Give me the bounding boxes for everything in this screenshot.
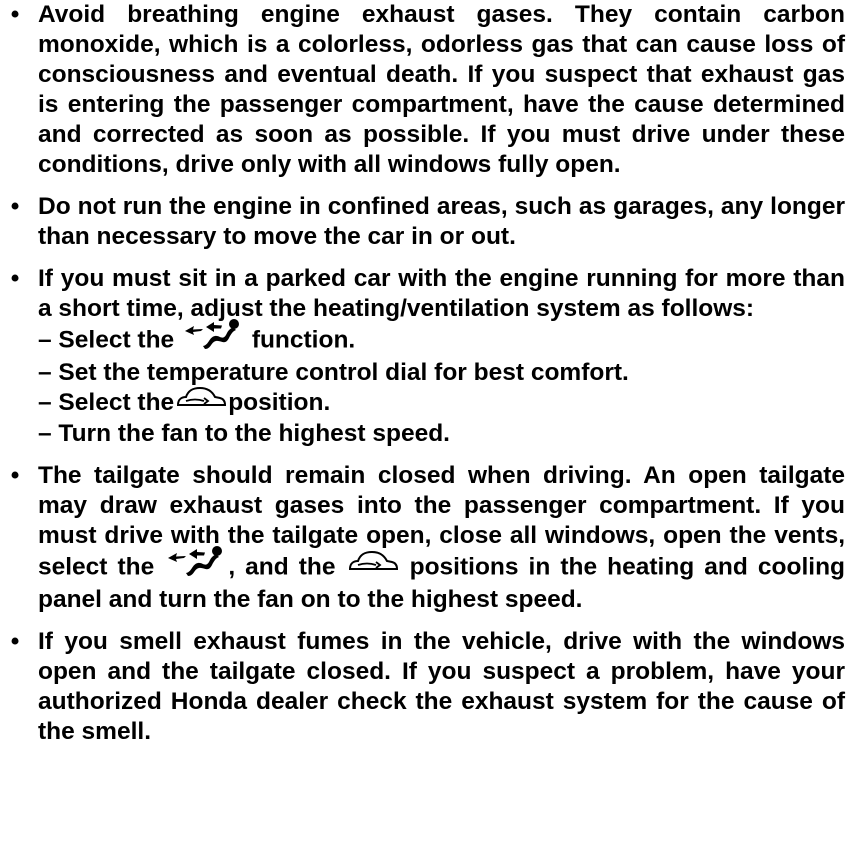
safety-bullet-list: • Avoid breathing engine exhaust gases. … xyxy=(0,0,845,747)
page: • Avoid breathing engine exhaust gases. … xyxy=(0,0,855,859)
bullet-item-exhaust-smell: • If you smell exhaust fumes in the vehi… xyxy=(0,627,845,747)
bullet-text: If you must sit in a parked car with the… xyxy=(38,265,845,322)
fresh-air-icon xyxy=(346,547,400,583)
step-text: – Select the xyxy=(38,389,175,416)
bullet-item-confined-areas: • Do not run the engine in confined area… xyxy=(0,192,845,252)
step-select-fresh-air: – Select the position. xyxy=(38,386,845,419)
bullet-item-exhaust: • Avoid breathing engine exhaust gases. … xyxy=(0,0,845,180)
fresh-air-icon xyxy=(174,383,228,419)
bullet-dot: • xyxy=(10,265,20,292)
bullet-item-tailgate: • The tailgate should remain closed when… xyxy=(0,461,845,615)
bullet-text: Avoid breathing engine exhaust gases. Th… xyxy=(38,1,845,178)
step-text: function. xyxy=(251,326,356,354)
step-text: – Turn the fan to the highest speed. xyxy=(38,419,450,447)
vent-mode-icon xyxy=(181,318,245,358)
bullet-dot: • xyxy=(10,1,20,28)
step-text: position. xyxy=(228,389,331,416)
bullet-dot: • xyxy=(10,627,20,655)
bullet-text: , and the xyxy=(228,553,336,580)
step-text: – Select the xyxy=(38,326,175,354)
bullet-dot: • xyxy=(10,193,20,220)
step-fan-speed: – Turn the fan to the highest speed. xyxy=(38,419,845,449)
bullet-text: Do not run the engine in confined areas,… xyxy=(38,193,845,250)
vent-mode-icon xyxy=(164,545,228,585)
bullet-dot: • xyxy=(10,461,20,489)
step-list: – Select the function. – Set the tempera… xyxy=(38,319,845,449)
bullet-item-parked-car: • If you must sit in a parked car with t… xyxy=(0,264,845,449)
step-text: – Set the temperature control dial for b… xyxy=(38,359,629,386)
step-select-vent: – Select the function. xyxy=(38,319,845,358)
step-temperature: – Set the temperature control dial for b… xyxy=(38,358,845,388)
bullet-text: If you smell exhaust fumes in the vehicl… xyxy=(38,627,845,745)
bullet-text: positions in the heating and cooling pan… xyxy=(38,553,845,613)
